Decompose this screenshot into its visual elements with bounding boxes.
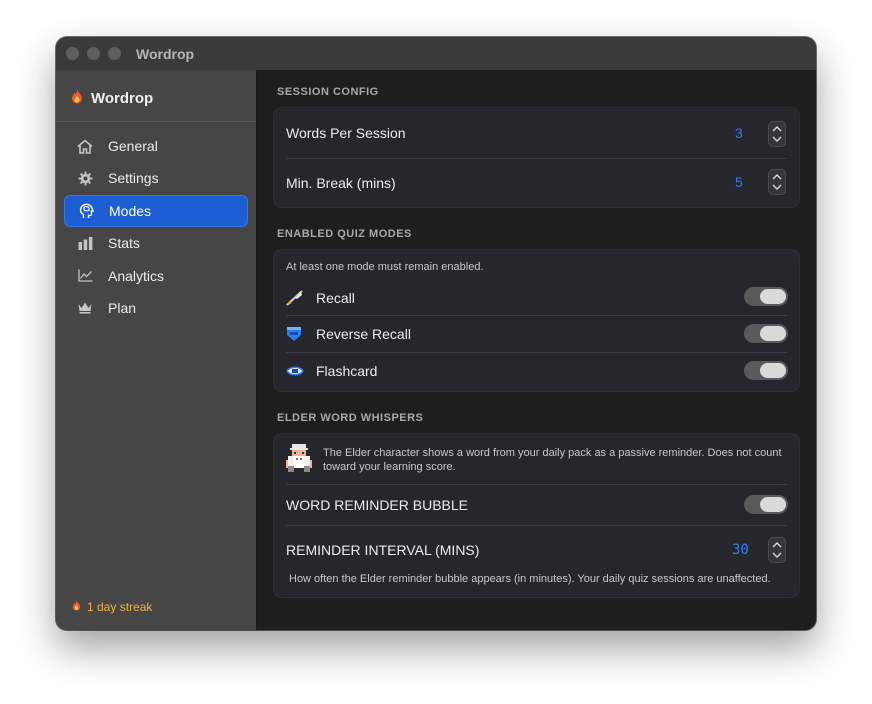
sidebar-item-plan[interactable]: Plan (64, 292, 248, 324)
eye-icon (286, 365, 304, 377)
crown-icon (76, 299, 94, 317)
words-per-session-row: Words Per Session (286, 108, 787, 158)
chevron-up-icon[interactable] (772, 174, 782, 180)
min-break-label: Min. Break (mins) (286, 175, 396, 191)
section-title-session-config: SESSION CONFIG (277, 86, 379, 98)
brain-icon (77, 202, 95, 220)
sidebar-item-modes[interactable]: Modes (64, 194, 248, 227)
sidebar-item-stats[interactable]: Stats (64, 227, 248, 259)
quiz-modes-note: At least one mode must remain enabled. (286, 261, 484, 273)
streak-label: 1 day streak (87, 600, 153, 614)
reverse-recall-toggle[interactable] (744, 324, 788, 343)
section-title-elder: ELDER WORD WHISPERS (277, 412, 424, 424)
sidebar-divider (56, 121, 256, 122)
min-break-stepper[interactable] (768, 169, 786, 195)
mode-row-flashcard: Flashcard (286, 353, 787, 389)
sidebar-nav: General Settings Modes Stats Analytics P… (64, 130, 248, 324)
reminder-bubble-row: WORD REMINDER BUBBLE (286, 485, 787, 525)
reminder-interval-stepper[interactable] (768, 537, 786, 563)
chevron-up-icon[interactable] (772, 542, 782, 548)
brand: Wordrop (71, 89, 153, 108)
sidebar: Wordrop General Settings Modes Stats Ana… (56, 70, 257, 630)
sidebar-item-label: General (108, 138, 158, 154)
main-content: SESSION CONFIG Words Per Session 3 Min. … (258, 70, 816, 630)
sidebar-item-analytics[interactable]: Analytics (64, 260, 248, 292)
sidebar-item-general[interactable]: General (64, 130, 248, 162)
elder-avatar-icon (284, 444, 314, 474)
close-window-button[interactable] (66, 47, 79, 60)
mode-label-flashcard: Flashcard (316, 363, 378, 379)
sidebar-item-label: Settings (108, 170, 159, 187)
elder-description: The Elder character shows a word from yo… (323, 447, 782, 473)
words-per-session-stepper[interactable] (768, 121, 786, 147)
reminder-bubble-label: WORD REMINDER BUBBLE (286, 497, 469, 513)
sidebar-item-label: Stats (108, 235, 140, 252)
chevron-down-icon[interactable] (772, 552, 782, 558)
sidebar-item-label: Modes (109, 202, 152, 219)
recall-toggle[interactable] (744, 287, 788, 306)
bar-chart-icon (76, 234, 94, 252)
quiz-modes-card: At least one mode must remain enabled. R… (273, 249, 800, 392)
app-window: Wordrop Wordrop General Settings Modes S… (56, 37, 816, 630)
reminder-interval-label: REMINDER INTERVAL (MINS) (286, 542, 480, 558)
flame-icon (72, 600, 81, 614)
sidebar-item-label: Plan (108, 299, 137, 316)
elder-card: The Elder character shows a word from yo… (273, 433, 800, 598)
reminder-bubble-toggle[interactable] (744, 495, 788, 514)
flashcard-toggle[interactable] (744, 361, 788, 380)
shield-icon (286, 326, 304, 342)
line-chart-icon (76, 267, 94, 285)
minimize-window-button[interactable] (87, 47, 100, 60)
title-bar: Wordrop (56, 37, 816, 70)
mode-label-reverse-recall: Reverse Recall (316, 326, 411, 342)
sidebar-item-settings[interactable]: Settings (64, 162, 248, 194)
min-break-value[interactable]: 5 (735, 174, 743, 190)
reminder-interval-footnote: How often the Elder reminder bubble appe… (289, 573, 771, 585)
words-per-session-value[interactable]: 3 (735, 125, 743, 141)
mode-row-recall: Recall (286, 280, 787, 315)
session-config-card: Words Per Session 3 Min. Break (mins) 5 (273, 107, 800, 208)
brand-name: Wordrop (91, 90, 154, 107)
zoom-window-button[interactable] (108, 47, 121, 60)
chevron-down-icon[interactable] (772, 136, 782, 142)
chevron-down-icon[interactable] (772, 184, 782, 190)
reminder-interval-value[interactable]: 30 (732, 542, 749, 558)
flame-icon (71, 89, 83, 108)
section-title-quiz-modes: ENABLED QUIZ MODES (277, 228, 412, 240)
chevron-up-icon[interactable] (772, 126, 782, 132)
window-title: Wordrop (136, 45, 195, 62)
reminder-interval-row: REMINDER INTERVAL (MINS) (286, 526, 787, 574)
mode-row-reverse-recall: Reverse Recall (286, 316, 787, 352)
gear-icon (76, 169, 94, 187)
quill-icon (286, 289, 304, 306)
streak-indicator: 1 day streak (72, 600, 152, 614)
sidebar-item-label: Analytics (108, 267, 165, 284)
mode-label-recall: Recall (316, 289, 355, 306)
window-controls (66, 47, 121, 60)
words-per-session-label: Words Per Session (286, 125, 406, 141)
house-icon (76, 137, 94, 155)
min-break-row: Min. Break (mins) (286, 159, 787, 207)
